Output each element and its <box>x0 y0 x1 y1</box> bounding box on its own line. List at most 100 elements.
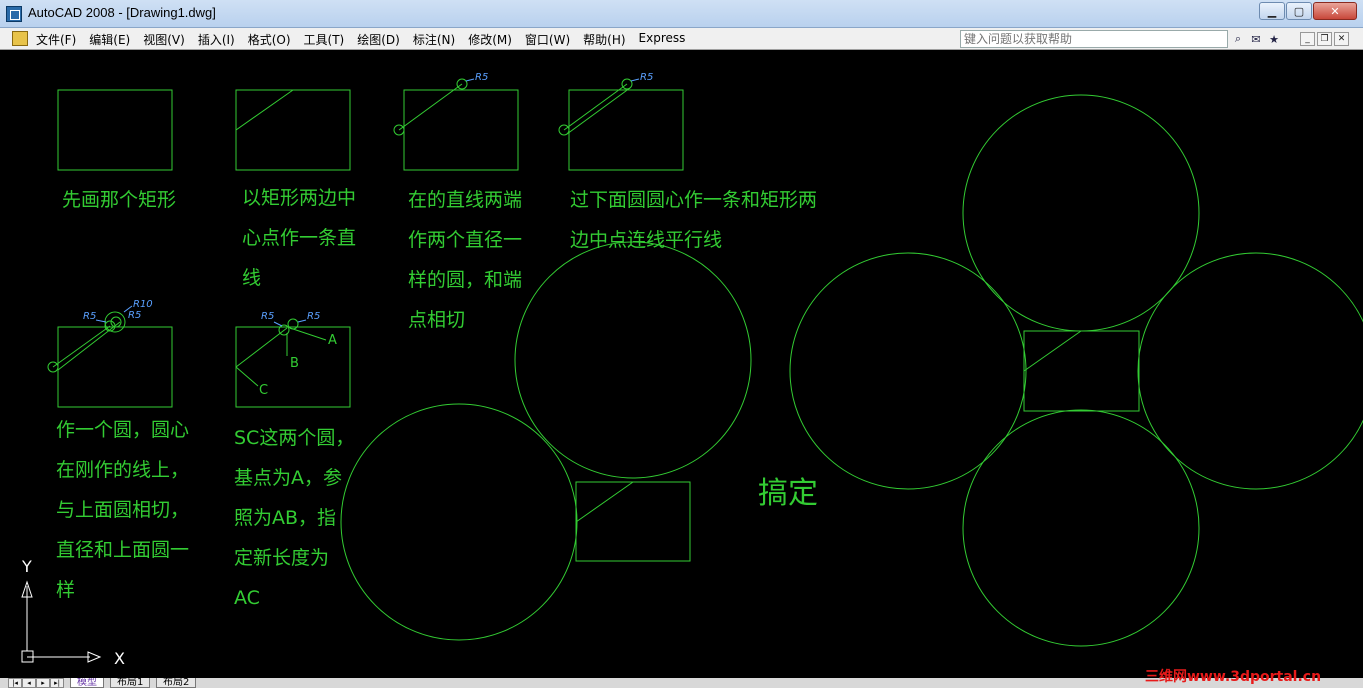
dim-r5-step5-left: R5 <box>83 311 96 322</box>
final-right-circle <box>1137 252 1363 490</box>
note-line: 心点作一条直 <box>242 227 357 249</box>
note-line: 作两个直径一 <box>408 229 523 251</box>
step1-rectangle <box>57 89 173 171</box>
note-step3: 在的直线两端 作两个直径一 样的圆，和端 点相切 <box>408 180 522 340</box>
menu-format[interactable]: 格式(O) <box>248 31 291 48</box>
close-button[interactable]: ✕ <box>1313 2 1357 20</box>
step2-line <box>235 89 294 131</box>
note-step2: 以矩形两边中 心点作一条直 线 <box>242 178 356 298</box>
note-line: 以矩形两边中 <box>242 187 357 209</box>
note-line: 与上面圆相切， <box>56 499 190 521</box>
note-line: 作一个圆，圆心 <box>56 419 190 441</box>
step6-line-ac <box>235 327 288 368</box>
menu-dimension[interactable]: 标注(N) <box>413 31 455 48</box>
point-a-label: A <box>328 333 337 348</box>
note-line: 定新长度为 <box>234 547 330 569</box>
middle-lower-circle <box>340 403 578 641</box>
step6-line-a <box>289 327 327 341</box>
autocad-window: AutoCAD 2008 - [Drawing1.dwg] ▁ ▢ ✕ 文件(F… <box>0 0 1363 688</box>
note-line: 在的直线两端 <box>408 189 523 211</box>
note-line: 过下面圆圆心作一条和矩形两 <box>570 189 818 211</box>
step5-rectangle <box>57 326 173 408</box>
final-rectangle <box>1023 330 1140 412</box>
search-icon[interactable]: ⌕ <box>1230 31 1246 47</box>
note-line: 样 <box>56 579 76 601</box>
note-line: 直径和上面圆一 <box>56 539 190 561</box>
menu-items: 文件(F) 编辑(E) 视图(V) 插入(I) 格式(O) 工具(T) 绘图(D… <box>36 31 698 48</box>
note-line: 搞定 <box>758 476 818 511</box>
dim-leader-step3 <box>465 78 475 82</box>
ucs-y-label: Y <box>21 557 32 576</box>
dim-r10-step5: R10 <box>133 299 153 310</box>
tab-model[interactable]: 模型 <box>70 678 104 688</box>
step4-rectangle <box>568 89 684 171</box>
final-bottom-circle <box>962 409 1200 647</box>
note-done: 搞定 <box>758 474 818 514</box>
note-line: 样的圆，和端 <box>408 269 523 291</box>
step4-line <box>563 83 628 131</box>
site-watermark: 三维网www.3dportal.cn <box>1145 669 1322 685</box>
middle-diagonal-line <box>575 481 634 523</box>
drawing-document-icon[interactable] <box>12 31 28 46</box>
doc-close-button[interactable]: ✕ <box>1334 32 1349 46</box>
drawing-canvas[interactable]: R5 R5 R5 R10 R5 R5 R5 A B C Y X 先画那个矩形 以… <box>0 50 1363 678</box>
note-line: 在刚作的线上， <box>56 459 190 481</box>
ucs-x-label: X <box>114 649 125 668</box>
step5-parallel-line <box>57 321 121 371</box>
step5-line <box>52 325 111 368</box>
menu-insert[interactable]: 插入(I) <box>198 31 235 48</box>
menu-modify[interactable]: 修改(M) <box>468 31 512 48</box>
note-line: AC <box>234 587 260 609</box>
menu-view[interactable]: 视图(V) <box>143 31 185 48</box>
dim-leader-step5-left <box>95 319 107 323</box>
minimize-button[interactable]: ▁ <box>1259 2 1285 20</box>
maximize-button[interactable]: ▢ <box>1286 2 1312 20</box>
note-line: 基点为A，参 <box>234 467 342 489</box>
point-c-label: C <box>259 383 268 398</box>
note-line: 先画那个矩形 <box>62 189 177 211</box>
tab-layout1[interactable]: 布局1 <box>110 678 151 688</box>
help-tools: ⌕ ✉ ★ <box>1230 31 1282 47</box>
menu-window[interactable]: 窗口(W) <box>525 31 570 48</box>
step6-line-c <box>235 366 259 387</box>
help-search-input[interactable] <box>960 30 1228 48</box>
step2-rectangle <box>235 89 351 171</box>
drawing-svg: R5 R5 R5 R10 R5 R5 R5 A B C Y X <box>21 72 1363 668</box>
note-step5: 作一个圆，圆心 在刚作的线上， 与上面圆相切， 直径和上面圆一 样 <box>56 410 189 610</box>
step3-line <box>398 83 463 131</box>
step5-r10-circle <box>104 311 126 333</box>
middle-upper-circle <box>514 241 752 479</box>
menu-help[interactable]: 帮助(H) <box>583 31 625 48</box>
last-tab-button[interactable]: ▸| <box>50 678 64 688</box>
final-diagonal-line <box>1023 330 1082 372</box>
window-title: AutoCAD 2008 - [Drawing1.dwg] <box>28 5 216 20</box>
favorites-star-icon[interactable]: ★ <box>1266 31 1282 47</box>
menu-draw[interactable]: 绘图(D) <box>357 31 400 48</box>
autocad-logo-icon[interactable] <box>6 6 22 22</box>
note-line: 线 <box>242 267 262 289</box>
menu-tools[interactable]: 工具(T) <box>304 31 345 48</box>
document-window-controls: _ ❐ ✕ <box>1300 32 1349 46</box>
title-bar: AutoCAD 2008 - [Drawing1.dwg] ▁ ▢ ✕ <box>0 0 1363 28</box>
step3-rectangle <box>403 89 519 171</box>
note-line: SC这两个圆， <box>234 427 355 449</box>
doc-minimize-button[interactable]: _ <box>1300 32 1315 46</box>
menu-edit[interactable]: 编辑(E) <box>89 31 130 48</box>
doc-restore-button[interactable]: ❐ <box>1317 32 1332 46</box>
note-line: 点相切 <box>408 309 466 331</box>
middle-rectangle <box>575 481 691 562</box>
next-tab-button[interactable]: ▸ <box>36 678 50 688</box>
note-step6: SC这两个圆， 基点为A，参 照为AB，指 定新长度为 AC <box>234 418 354 618</box>
first-tab-button[interactable]: |◂ <box>8 678 22 688</box>
window-controls: ▁ ▢ ✕ <box>1259 2 1357 20</box>
note-step1: 先画那个矩形 <box>62 180 176 220</box>
prev-tab-button[interactable]: ◂ <box>22 678 36 688</box>
note-line: 照为AB，指 <box>234 507 337 529</box>
menu-file[interactable]: 文件(F) <box>36 31 76 48</box>
menu-express[interactable]: Express <box>639 31 686 48</box>
menu-bar: 文件(F) 编辑(E) 视图(V) 插入(I) 格式(O) 工具(T) 绘图(D… <box>0 28 1363 50</box>
tab-layout2[interactable]: 布局2 <box>156 678 197 688</box>
communication-center-icon[interactable]: ✉ <box>1248 31 1264 47</box>
dim-leader-step6-left <box>273 321 283 327</box>
note-line: 边中点连线平行线 <box>570 229 723 251</box>
